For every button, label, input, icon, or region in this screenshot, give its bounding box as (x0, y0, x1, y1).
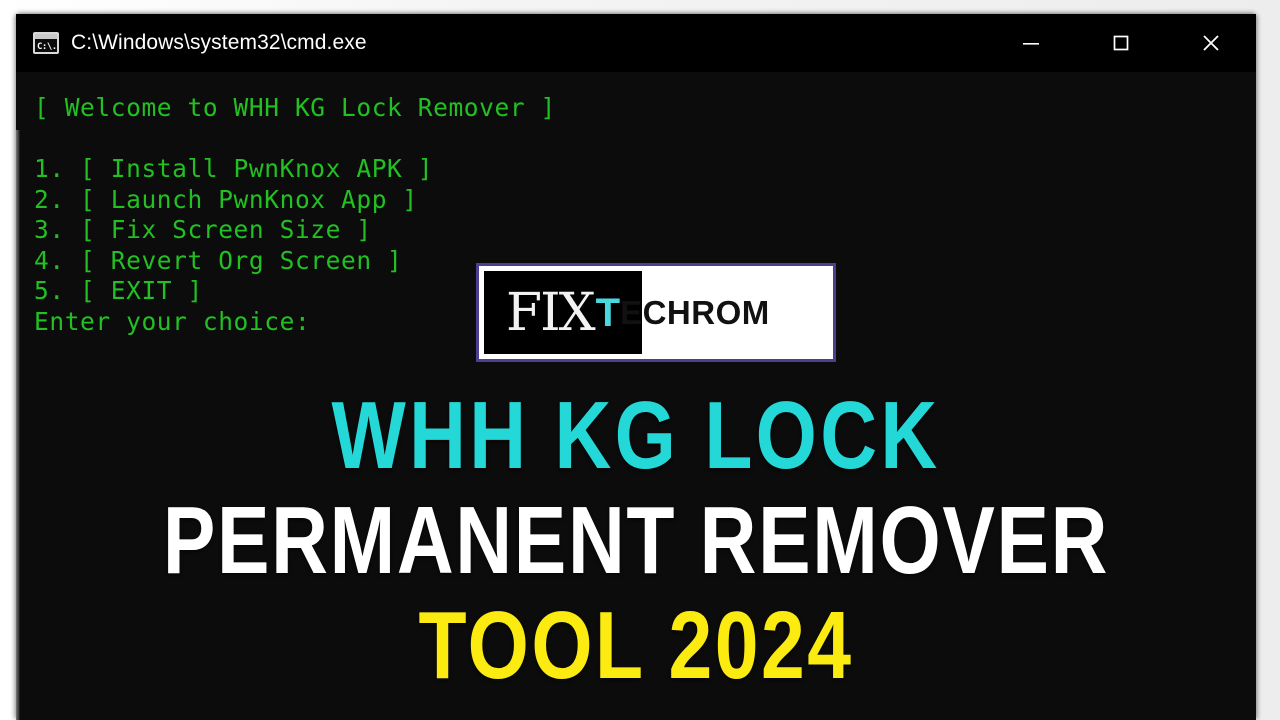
cmd-icon-prompt-text: C:\. (37, 42, 57, 52)
cmd-icon-titlebar (35, 34, 57, 39)
logo-t-accent: T (595, 290, 621, 335)
fixtechrom-logo: FIX T ECHROM (476, 263, 836, 362)
minimize-button[interactable] (986, 14, 1076, 72)
logo-fix-text: FIX (506, 282, 596, 343)
logo-inner-frame: FIX T ECHROM (484, 271, 828, 354)
window-title: C:\Windows\system32\cmd.exe (71, 31, 367, 54)
logo-techrom-text: ECHROM (620, 294, 770, 331)
headline-line-2: PERMANENT REMOVER (162, 487, 1110, 595)
cmd-window: C:\. C:\Windows\system32\cmd.exe [Welco… (16, 14, 1256, 720)
window-controls (986, 14, 1256, 72)
title-bar[interactable]: C:\. C:\Windows\system32\cmd.exe (16, 14, 1256, 72)
close-button[interactable] (1166, 14, 1256, 72)
maximize-button[interactable] (1076, 14, 1166, 72)
headline-line-3: TOOL 2024 (418, 592, 854, 700)
headline-line-1: WHH KG LOCK (331, 382, 941, 489)
promo-headline: WHH KG LOCK PERMANENT REMOVER TOOL 2024 (16, 382, 1256, 700)
screen-root: C:\. C:\Windows\system32\cmd.exe [Welco… (0, 0, 1280, 720)
cmd-icon: C:\. (33, 32, 59, 54)
